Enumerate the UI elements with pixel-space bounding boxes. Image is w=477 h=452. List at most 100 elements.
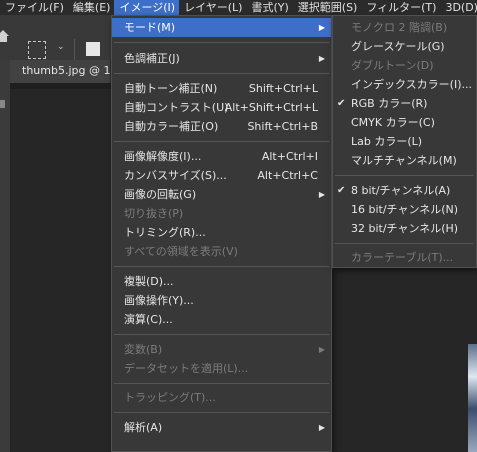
mode-item-16bit[interactable]: 16 bit/チャンネル(N) — [333, 200, 476, 219]
shortcut-label: Alt+Ctrl+C — [257, 169, 318, 182]
menu-item-label: 16 bit/チャンネル(N) — [351, 203, 459, 216]
chevron-down-icon[interactable]: ⌄ — [57, 42, 65, 52]
marquee-tool-icon[interactable] — [28, 41, 46, 59]
menu-item-label: 自動カラー補正(O) — [124, 120, 219, 133]
menu-item-label: 解析(A) — [124, 421, 163, 434]
menu-item-label: マルチチャンネル(M) — [351, 154, 457, 167]
menu-item-trim[interactable]: トリミング(R)... — [112, 223, 331, 242]
menu-item-label: グレースケール(G) — [351, 40, 445, 53]
menu-divider — [114, 42, 329, 43]
menu-divider — [335, 243, 474, 244]
menu-item-label: 複製(D)... — [124, 275, 174, 288]
menu-divider — [114, 412, 329, 413]
mode-item-duotone[interactable]: ダブルトーン(D) — [333, 56, 476, 75]
submenu-arrow-icon: ▶ — [318, 190, 325, 199]
menu-divider — [114, 334, 329, 335]
menu-item-image-rotation[interactable]: 画像の回転(G) ▶ — [112, 185, 331, 204]
menu-item-label: すべての領域を表示(V) — [124, 245, 238, 258]
mode-item-indexed-color[interactable]: インデックスカラー(I)... — [333, 75, 476, 94]
mode-item-grayscale[interactable]: グレースケール(G) — [333, 37, 476, 56]
home-icon[interactable] — [0, 29, 10, 43]
menu-item-label: 8 bit/チャンネル(A) — [351, 184, 451, 197]
mode-item-lab-color[interactable]: Lab カラー(L) — [333, 132, 476, 151]
menu-divider — [335, 175, 474, 176]
menu-edit[interactable]: 編集(E) — [68, 0, 115, 15]
document-tab[interactable]: thumb5.jpg @ 1 — [10, 60, 110, 83]
submenu-arrow-icon: ▶ — [318, 23, 325, 32]
menu-filter[interactable]: フィルター(T) — [361, 0, 440, 15]
menu-item-label: カンバスサイズ(S)... — [124, 169, 227, 182]
menu-item-variables[interactable]: 変数(B) ▶ — [112, 340, 331, 359]
menu-item-auto-color[interactable]: 自動カラー補正(O) Shift+Ctrl+B — [112, 117, 331, 136]
menu-item-auto-tone[interactable]: 自動トーン補正(N) Shift+Ctrl+L — [112, 79, 331, 98]
menu-item-label: Lab カラー(L) — [351, 135, 423, 148]
menu-item-label: トリミング(R)... — [124, 226, 206, 239]
menu-image[interactable]: イメージ(I) — [114, 0, 180, 15]
menu-item-apply-image[interactable]: 画像操作(Y)... — [112, 291, 331, 310]
menu-item-reveal-all[interactable]: すべての領域を表示(V) — [112, 242, 331, 261]
menu-item-label: CMYK カラー(C) — [351, 116, 435, 129]
menu-item-adjustments[interactable]: 色調補正(J) ▶ — [112, 49, 331, 68]
menu-item-label: 画像の回転(G) — [124, 188, 197, 201]
menu-divider — [114, 141, 329, 142]
menu-file[interactable]: ファイル(F) — [0, 0, 68, 15]
menu-item-trap[interactable]: トラッピング(T)... — [112, 388, 331, 407]
menu-item-canvas-size[interactable]: カンバスサイズ(S)... Alt+Ctrl+C — [112, 166, 331, 185]
mode-item-8bit[interactable]: ✔ 8 bit/チャンネル(A) — [333, 181, 476, 200]
submenu-arrow-icon: ▶ — [318, 345, 325, 354]
menu-item-crop[interactable]: 切り抜き(P) — [112, 204, 331, 223]
shortcut-label: Shift+Ctrl+L — [248, 82, 318, 95]
mode-item-color-table[interactable]: カラーテーブル(T)... — [333, 248, 476, 267]
menu-item-label: 画像操作(Y)... — [124, 294, 194, 307]
check-icon: ✔ — [337, 98, 346, 109]
mode-item-rgb-color[interactable]: ✔ RGB カラー(R) — [333, 94, 476, 113]
menu-divider — [114, 73, 329, 74]
submenu-arrow-icon: ▶ — [318, 54, 325, 63]
menu-select[interactable]: 選択範囲(S) — [293, 0, 362, 15]
mode-item-multichannel[interactable]: マルチチャンネル(M) — [333, 151, 476, 170]
menu-3d[interactable]: 3D(D) — [440, 0, 477, 15]
shortcut-label: Alt+Ctrl+I — [261, 150, 318, 163]
menu-item-label: 画像解像度(I)... — [124, 150, 202, 163]
menu-divider — [114, 266, 329, 267]
shortcut-label: Alt+Shift+Ctrl+L — [224, 101, 318, 114]
toolbar-panel — [0, 60, 10, 452]
mode-item-cmyk-color[interactable]: CMYK カラー(C) — [333, 113, 476, 132]
menu-item-mode[interactable]: モード(M) ▶ — [112, 18, 331, 37]
new-selection-icon[interactable] — [86, 42, 100, 56]
menu-divider — [114, 383, 329, 384]
menu-item-label: トラッピング(T)... — [124, 391, 216, 404]
menu-item-apply-dataset[interactable]: データセットを適用(L)... — [112, 359, 331, 378]
menu-bar: ファイル(F) 編集(E) イメージ(I) レイヤー(L) 書式(Y) 選択範囲… — [0, 0, 477, 15]
check-icon: ✔ — [337, 185, 346, 196]
menu-item-label: ダブルトーン(D) — [351, 59, 434, 72]
menu-type[interactable]: 書式(Y) — [246, 0, 292, 15]
menu-item-label: 切り抜き(P) — [124, 207, 184, 220]
menu-item-analysis[interactable]: 解析(A) ▶ — [112, 418, 331, 437]
menu-item-duplicate[interactable]: 複製(D)... — [112, 272, 331, 291]
submenu-arrow-icon: ▶ — [318, 423, 325, 432]
menu-item-label: モノクロ 2 階調(B) — [351, 21, 448, 34]
menu-item-label: モード(M) — [124, 21, 176, 34]
shortcut-label: Shift+Ctrl+B — [247, 120, 318, 133]
menu-item-label: 変数(B) — [124, 343, 163, 356]
image-menu: モード(M) ▶ 色調補正(J) ▶ 自動トーン補正(N) Shift+Ctrl… — [111, 15, 332, 452]
menu-item-calculations[interactable]: 演算(C)... — [112, 310, 331, 329]
options-divider — [74, 39, 75, 61]
menu-item-label: 32 bit/チャンネル(H) — [351, 222, 459, 235]
menu-layer[interactable]: レイヤー(L) — [179, 0, 246, 15]
menu-item-label: カラーテーブル(T)... — [351, 251, 454, 264]
menu-item-label: 色調補正(J) — [124, 52, 180, 65]
vertical-ruler-mark — [0, 100, 5, 108]
menu-item-auto-contrast[interactable]: 自動コントラスト(U) Alt+Shift+Ctrl+L — [112, 98, 331, 117]
menu-item-label: 演算(C)... — [124, 313, 173, 326]
menu-item-label: データセットを適用(L)... — [124, 362, 249, 375]
menu-item-label: RGB カラー(R) — [351, 97, 428, 110]
menu-item-label: インデックスカラー(I)... — [351, 78, 472, 91]
mode-item-bitmap[interactable]: モノクロ 2 階調(B) — [333, 18, 476, 37]
menu-item-label: 自動コントラスト(U) — [124, 101, 229, 114]
mode-item-32bit[interactable]: 32 bit/チャンネル(H) — [333, 219, 476, 238]
canvas-image — [468, 344, 477, 452]
menu-item-image-size[interactable]: 画像解像度(I)... Alt+Ctrl+I — [112, 147, 331, 166]
mode-submenu: モノクロ 2 階調(B) グレースケール(G) ダブルトーン(D) インデックス… — [332, 15, 477, 268]
